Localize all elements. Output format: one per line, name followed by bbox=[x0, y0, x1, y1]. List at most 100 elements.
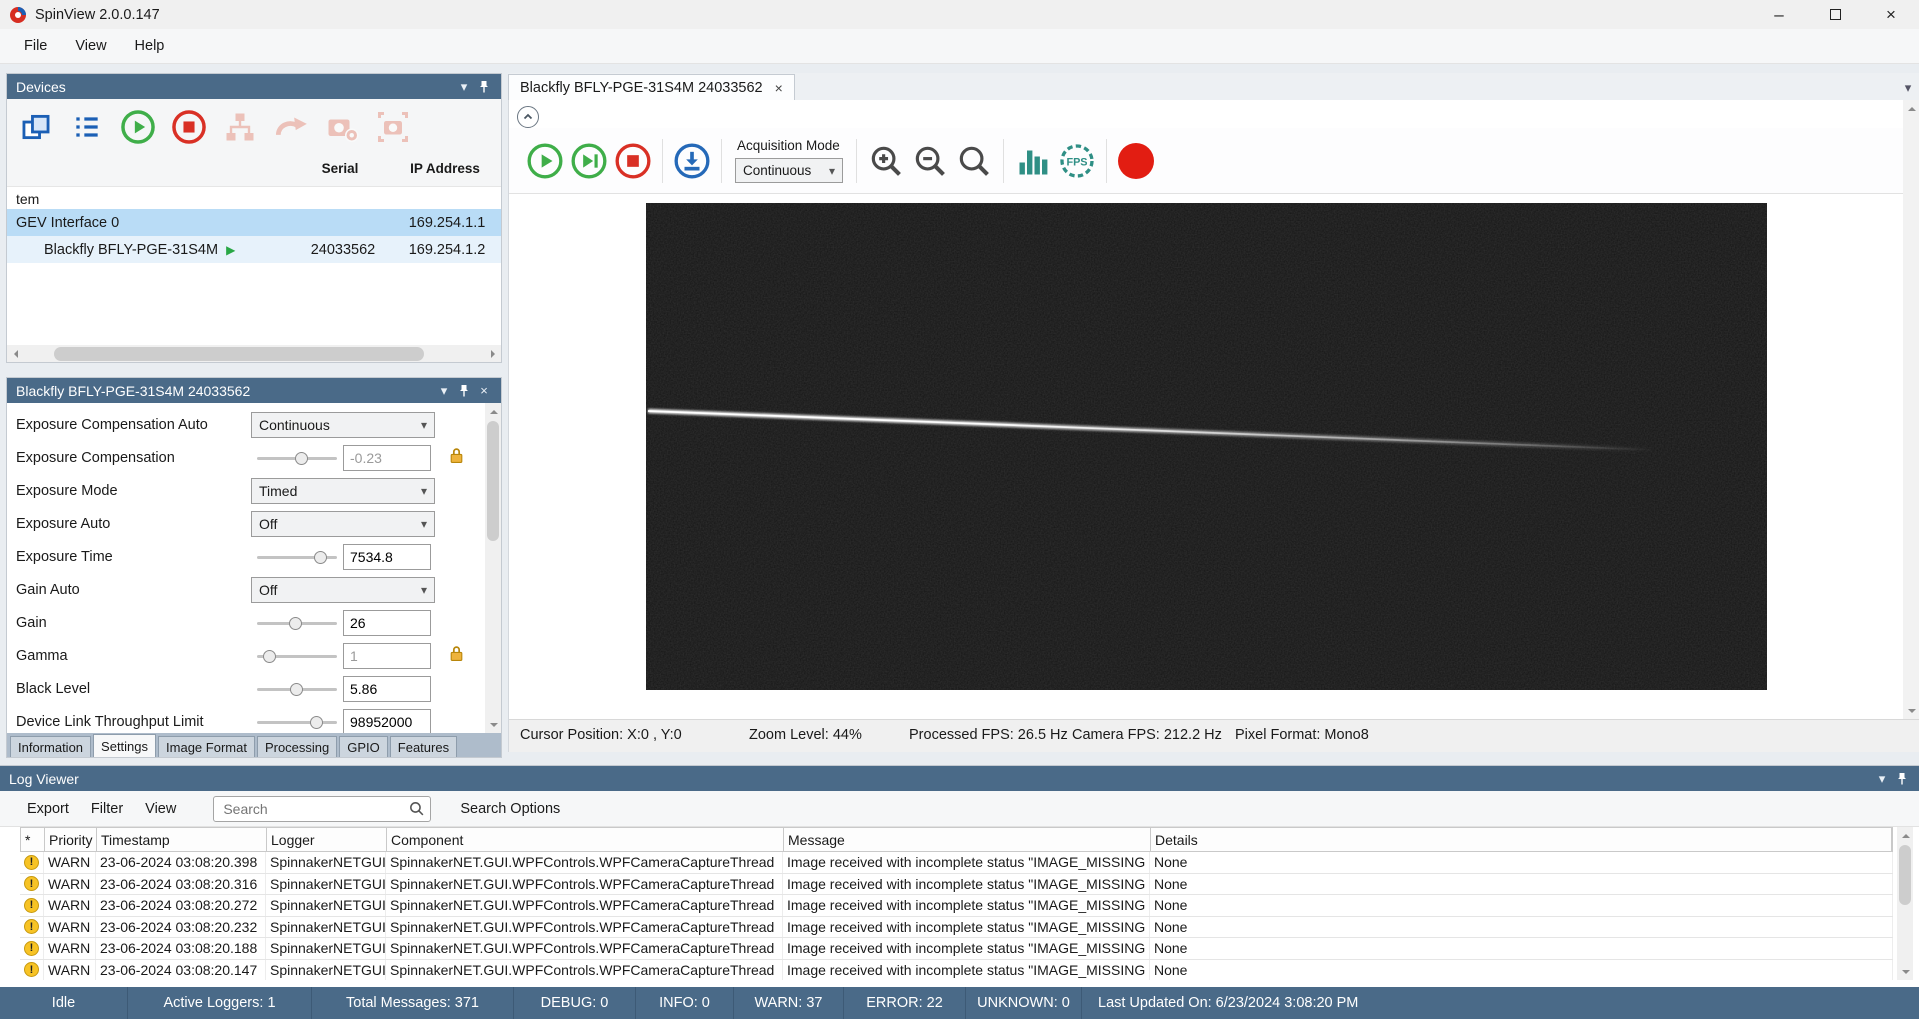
close-panel-icon[interactable]: × bbox=[474, 383, 494, 398]
device-list-view-button[interactable] bbox=[66, 106, 108, 148]
search-options-button[interactable]: Search Options bbox=[449, 796, 571, 822]
refresh-device-list-button[interactable] bbox=[15, 106, 57, 148]
start-acquisition-button[interactable] bbox=[117, 106, 159, 148]
log-row[interactable]: ! WARN 23-06-2024 03:08:20.398 Spinnaker… bbox=[20, 852, 1893, 874]
acquisition-mode-select[interactable]: Continuous▾ bbox=[735, 158, 843, 183]
tab-overflow-chevron-icon[interactable]: ▾ bbox=[1897, 80, 1919, 100]
column-logger[interactable]: Logger bbox=[267, 828, 387, 851]
log-row[interactable]: ! WARN 23-06-2024 03:08:20.147 Spinnaker… bbox=[20, 960, 1893, 981]
scrollbar-thumb[interactable] bbox=[487, 421, 499, 541]
start-stream-button[interactable] bbox=[523, 139, 567, 183]
gamma-input[interactable] bbox=[343, 643, 431, 669]
tab-features[interactable]: Features bbox=[390, 736, 457, 757]
gain-slider[interactable] bbox=[255, 610, 339, 636]
histogram-button[interactable] bbox=[1011, 139, 1055, 183]
tab-gpio[interactable]: GPIO bbox=[339, 736, 388, 757]
camera-stream-tab[interactable]: Blackfly BFLY-PGE-31S4M 24033562 × bbox=[508, 74, 795, 100]
gain-auto-select[interactable]: Off▾ bbox=[251, 577, 435, 603]
filter-button[interactable]: Filter bbox=[80, 796, 134, 822]
slider-thumb[interactable] bbox=[310, 716, 323, 729]
exposure-compensation-auto-select[interactable]: Continuous▾ bbox=[251, 412, 435, 438]
maximize-button[interactable] bbox=[1807, 0, 1863, 29]
scroll-down-button[interactable] bbox=[485, 716, 501, 733]
pin-icon[interactable] bbox=[454, 384, 474, 398]
scroll-down-button[interactable] bbox=[1897, 963, 1914, 980]
log-row[interactable]: ! WARN 23-06-2024 03:08:20.316 Spinnaker… bbox=[20, 874, 1893, 896]
column-star[interactable]: * bbox=[21, 828, 45, 851]
black-level-input[interactable] bbox=[343, 676, 431, 702]
column-component[interactable]: Component bbox=[387, 828, 784, 851]
stop-stream-button[interactable] bbox=[611, 139, 655, 183]
close-tab-icon[interactable]: × bbox=[775, 80, 783, 96]
tab-settings[interactable]: Settings bbox=[93, 734, 156, 757]
log-vertical-scrollbar[interactable] bbox=[1897, 827, 1913, 980]
scroll-up-button[interactable] bbox=[1903, 100, 1919, 117]
slider-thumb[interactable] bbox=[295, 452, 308, 465]
view-button[interactable]: View bbox=[134, 796, 187, 822]
exposure-auto-select[interactable]: Off▾ bbox=[251, 511, 435, 537]
devices-horizontal-scrollbar[interactable] bbox=[7, 345, 501, 362]
exposure-mode-select[interactable]: Timed▾ bbox=[251, 478, 435, 504]
scroll-up-button[interactable] bbox=[485, 403, 501, 420]
camera-settings-button[interactable] bbox=[321, 106, 363, 148]
log-row[interactable]: ! WARN 23-06-2024 03:08:20.188 Spinnaker… bbox=[20, 938, 1893, 960]
tab-information[interactable]: Information bbox=[10, 736, 91, 757]
close-button[interactable]: × bbox=[1863, 0, 1919, 29]
scroll-left-button[interactable] bbox=[7, 345, 24, 362]
search-input[interactable] bbox=[213, 796, 431, 822]
scroll-right-button[interactable] bbox=[484, 345, 501, 362]
slider-thumb[interactable] bbox=[314, 551, 327, 564]
save-image-button[interactable] bbox=[670, 139, 714, 183]
column-details[interactable]: Details bbox=[1151, 828, 1892, 851]
scrollbar-thumb[interactable] bbox=[54, 347, 424, 361]
slider-thumb[interactable] bbox=[263, 650, 276, 663]
fps-meter-button[interactable]: FPS bbox=[1055, 139, 1099, 183]
stop-acquisition-button[interactable] bbox=[168, 106, 210, 148]
zoom-out-button[interactable] bbox=[908, 139, 952, 183]
zoom-in-button[interactable] bbox=[864, 139, 908, 183]
chevron-down-icon[interactable]: ▾ bbox=[1872, 771, 1892, 787]
tab-image-format[interactable]: Image Format bbox=[158, 736, 255, 757]
camera-image[interactable] bbox=[646, 203, 1767, 690]
log-row[interactable]: ! WARN 23-06-2024 03:08:20.232 Spinnaker… bbox=[20, 917, 1893, 939]
scroll-up-button[interactable] bbox=[1897, 827, 1914, 844]
properties-vertical-scrollbar[interactable] bbox=[485, 403, 501, 733]
black-level-slider[interactable] bbox=[255, 676, 339, 702]
menu-help[interactable]: Help bbox=[121, 33, 179, 59]
viewer-vertical-scrollbar[interactable] bbox=[1903, 100, 1919, 719]
column-message[interactable]: Message bbox=[784, 828, 1151, 851]
chevron-down-icon[interactable]: ▾ bbox=[434, 383, 454, 399]
exposure-compensation-input[interactable] bbox=[343, 445, 431, 471]
play-single-frame-button[interactable] bbox=[567, 139, 611, 183]
column-priority[interactable]: Priority bbox=[45, 828, 97, 851]
tab-processing[interactable]: Processing bbox=[257, 736, 337, 757]
gain-input[interactable] bbox=[343, 610, 431, 636]
exposure-compensation-slider[interactable] bbox=[255, 445, 339, 471]
zoom-fit-button[interactable] bbox=[952, 139, 996, 183]
exposure-time-input[interactable] bbox=[343, 544, 431, 570]
device-row-gev-interface[interactable]: GEV Interface 0 169.254.1.1 bbox=[7, 209, 501, 236]
exposure-time-slider[interactable] bbox=[255, 544, 339, 570]
column-timestamp[interactable]: Timestamp bbox=[97, 828, 267, 851]
device-row-blackfly[interactable]: Blackfly BFLY-PGE-31S4M ▶ 24033562 169.2… bbox=[7, 236, 501, 263]
chevron-down-icon[interactable]: ▾ bbox=[454, 79, 474, 95]
device-topology-button[interactable] bbox=[219, 106, 261, 148]
pin-icon[interactable] bbox=[474, 80, 494, 94]
slider-thumb[interactable] bbox=[290, 683, 303, 696]
camera-capture-button[interactable] bbox=[372, 106, 414, 148]
minimize-button[interactable]: – bbox=[1751, 0, 1807, 29]
device-link-throughput-limit-input[interactable] bbox=[343, 709, 431, 734]
scrollbar-thumb[interactable] bbox=[1899, 845, 1911, 905]
gamma-slider[interactable] bbox=[255, 643, 339, 669]
record-button[interactable] bbox=[1114, 139, 1158, 183]
log-row[interactable]: ! WARN 23-06-2024 03:08:20.272 Spinnaker… bbox=[20, 895, 1893, 917]
menu-view[interactable]: View bbox=[61, 33, 120, 59]
device-link-throughput-limit-slider[interactable] bbox=[255, 709, 339, 734]
menu-file[interactable]: File bbox=[10, 33, 61, 59]
force-ip-button[interactable] bbox=[270, 106, 312, 148]
collapse-toolbar-button[interactable] bbox=[517, 106, 539, 128]
export-button[interactable]: Export bbox=[16, 796, 80, 822]
pin-icon[interactable] bbox=[1892, 772, 1912, 786]
slider-thumb[interactable] bbox=[289, 617, 302, 630]
search-icon[interactable] bbox=[408, 800, 425, 821]
